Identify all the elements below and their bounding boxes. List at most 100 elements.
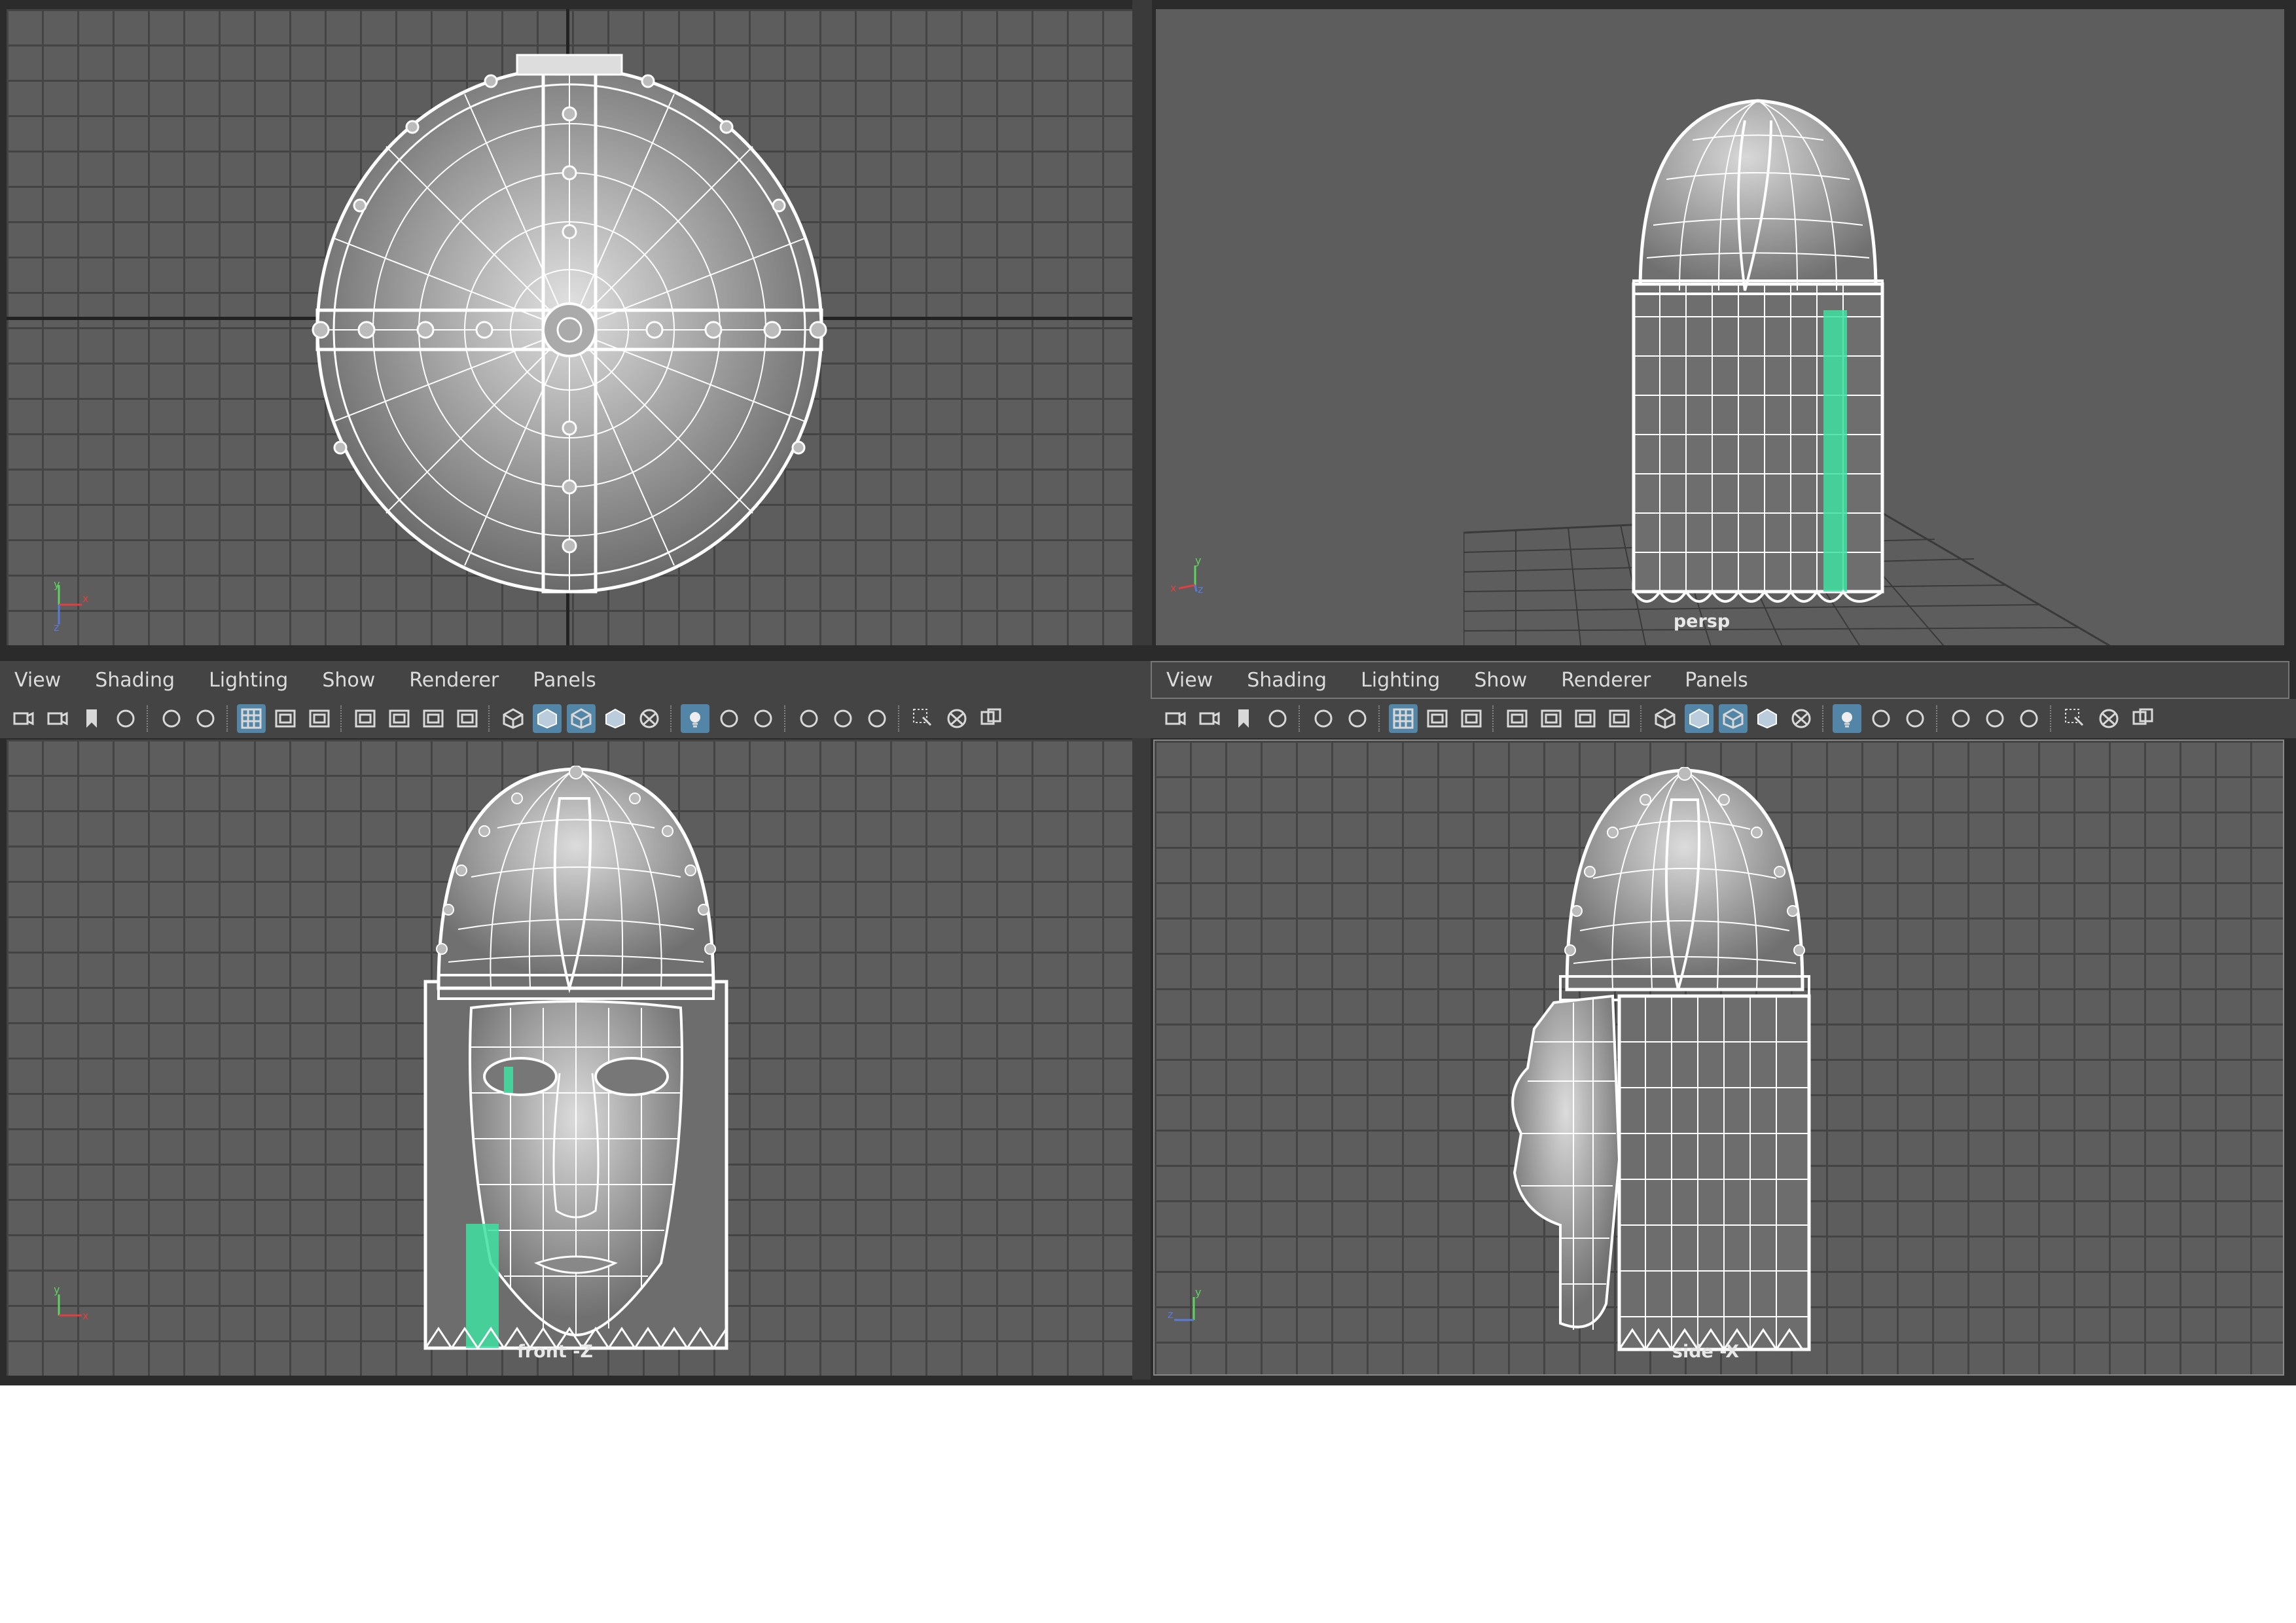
use-all-lights-icon[interactable] [1833, 704, 1861, 733]
field-chart-icon[interactable] [385, 704, 414, 733]
wireframe-on-shaded-icon[interactable] [1719, 704, 1748, 733]
toolbar-separator [898, 705, 902, 732]
safe-action-icon[interactable] [1571, 704, 1600, 733]
screen-space-ao-icon[interactable] [1901, 704, 1929, 733]
grease-pencil-icon[interactable] [191, 704, 220, 733]
xray-icon[interactable] [1787, 704, 1816, 733]
helmet-side-wireframe[interactable] [1482, 767, 1874, 1369]
toolbar-separator [1822, 705, 1826, 732]
viewport-top[interactable]: y x z [7, 9, 1132, 645]
bookmark-icon[interactable] [1229, 704, 1258, 733]
axis-gizmo-front: y x [54, 1283, 88, 1322]
screen-space-ao-icon[interactable] [749, 704, 778, 733]
helmet-persp-wireframe[interactable] [1614, 94, 1902, 618]
default-material-icon[interactable] [601, 704, 630, 733]
viewport-front[interactable]: front -Z y x [7, 740, 1132, 1376]
smooth-shade-icon[interactable] [1685, 704, 1713, 733]
film-gate-icon[interactable] [271, 704, 300, 733]
safe-action-icon[interactable] [419, 704, 448, 733]
panel-layout-icon[interactable] [2128, 704, 2157, 733]
field-chart-icon[interactable] [1537, 704, 1566, 733]
menu-view[interactable]: View [1166, 669, 1213, 692]
motion-blur-icon[interactable] [795, 704, 823, 733]
panel-toolbar-front [0, 699, 1152, 738]
safe-title-icon[interactable] [1605, 704, 1634, 733]
grid-icon[interactable] [237, 704, 266, 733]
menu-panels[interactable]: Panels [533, 669, 596, 692]
axis-gizmo-persp: y x z [1170, 554, 1203, 596]
2d-pan-zoom-icon[interactable] [1309, 704, 1338, 733]
resolution-gate-icon[interactable] [1457, 704, 1486, 733]
smooth-shade-icon[interactable] [533, 704, 562, 733]
toolbar-separator [1378, 705, 1382, 732]
default-material-icon[interactable] [1753, 704, 1782, 733]
menu-renderer[interactable]: Renderer [409, 669, 499, 692]
menu-renderer[interactable]: Renderer [1561, 669, 1651, 692]
pane-splitter-vertical-bottom[interactable] [1132, 738, 1151, 1380]
xray-joints-icon[interactable] [2094, 704, 2123, 733]
toolbar-separator [1299, 705, 1302, 732]
select-camera-icon[interactable] [9, 704, 38, 733]
pane-splitter-vertical[interactable] [1132, 0, 1152, 645]
xray-joints-icon[interactable] [942, 704, 971, 733]
toolbar-separator [340, 705, 344, 732]
use-all-lights-icon[interactable] [681, 704, 709, 733]
2d-pan-zoom-icon[interactable] [157, 704, 186, 733]
menu-lighting[interactable]: Lighting [1361, 669, 1440, 692]
svg-text:y: y [1195, 554, 1201, 567]
viewport-label-front: front -Z [517, 1342, 593, 1362]
toolbar-separator [1640, 705, 1644, 732]
menu-show[interactable]: Show [322, 669, 375, 692]
depth-of-field-icon[interactable] [2015, 704, 2043, 733]
menu-shading[interactable]: Shading [1247, 669, 1327, 692]
grid-icon[interactable] [1389, 704, 1418, 733]
isolate-select-icon[interactable] [908, 704, 937, 733]
film-gate-icon[interactable] [1423, 704, 1452, 733]
svg-text:x: x [82, 592, 88, 605]
image-plane-icon[interactable] [111, 704, 140, 733]
axis-gizmo-top: y x z [54, 579, 88, 631]
svg-text:y: y [54, 1283, 60, 1296]
svg-text:z: z [1198, 583, 1203, 596]
gate-mask-icon[interactable] [351, 704, 380, 733]
depth-of-field-icon[interactable] [863, 704, 891, 733]
toolbar-separator [488, 705, 492, 732]
panel-layout-icon[interactable] [977, 704, 1005, 733]
panel-toolbar-side [1152, 699, 2296, 738]
toolbar-separator [2050, 705, 2054, 732]
select-camera-icon[interactable] [1161, 704, 1190, 733]
isolate-select-icon[interactable] [2060, 704, 2089, 733]
wireframe-icon[interactable] [1651, 704, 1679, 733]
xray-icon[interactable] [635, 704, 664, 733]
menu-show[interactable]: Show [1474, 669, 1527, 692]
menubar-front: View Shading Lighting Show Renderer Pane… [0, 661, 1152, 699]
toolbar-separator [147, 705, 151, 732]
anti-alias-icon[interactable] [1981, 704, 2009, 733]
motion-blur-icon[interactable] [1946, 704, 1975, 733]
image-plane-icon[interactable] [1263, 704, 1292, 733]
viewport-persp[interactable]: persp y x z [1156, 9, 2284, 645]
menu-shading[interactable]: Shading [95, 669, 175, 692]
menu-view[interactable]: View [14, 669, 61, 692]
helmet-top-wireframe[interactable] [295, 42, 844, 645]
safe-title-icon[interactable] [453, 704, 482, 733]
grease-pencil-icon[interactable] [1343, 704, 1372, 733]
maya-four-view-layout: y x z persp y x z View Shading Lighting … [0, 0, 2296, 1385]
viewport-side[interactable]: side -X y z [1153, 740, 2284, 1376]
svg-text:z: z [54, 621, 59, 631]
anti-alias-icon[interactable] [829, 704, 857, 733]
menu-panels[interactable]: Panels [1685, 669, 1748, 692]
menu-lighting[interactable]: Lighting [209, 669, 288, 692]
gate-mask-icon[interactable] [1503, 704, 1532, 733]
resolution-gate-icon[interactable] [305, 704, 334, 733]
toolbar-separator [226, 705, 230, 732]
wireframe-on-shaded-icon[interactable] [567, 704, 596, 733]
camera-attributes-icon[interactable] [43, 704, 72, 733]
camera-attributes-icon[interactable] [1195, 704, 1224, 733]
helmet-front-wireframe[interactable] [412, 766, 740, 1374]
shadows-icon[interactable] [1867, 704, 1895, 733]
wireframe-icon[interactable] [499, 704, 528, 733]
bookmark-icon[interactable] [77, 704, 106, 733]
shadows-icon[interactable] [715, 704, 744, 733]
toolbar-separator [1492, 705, 1496, 732]
